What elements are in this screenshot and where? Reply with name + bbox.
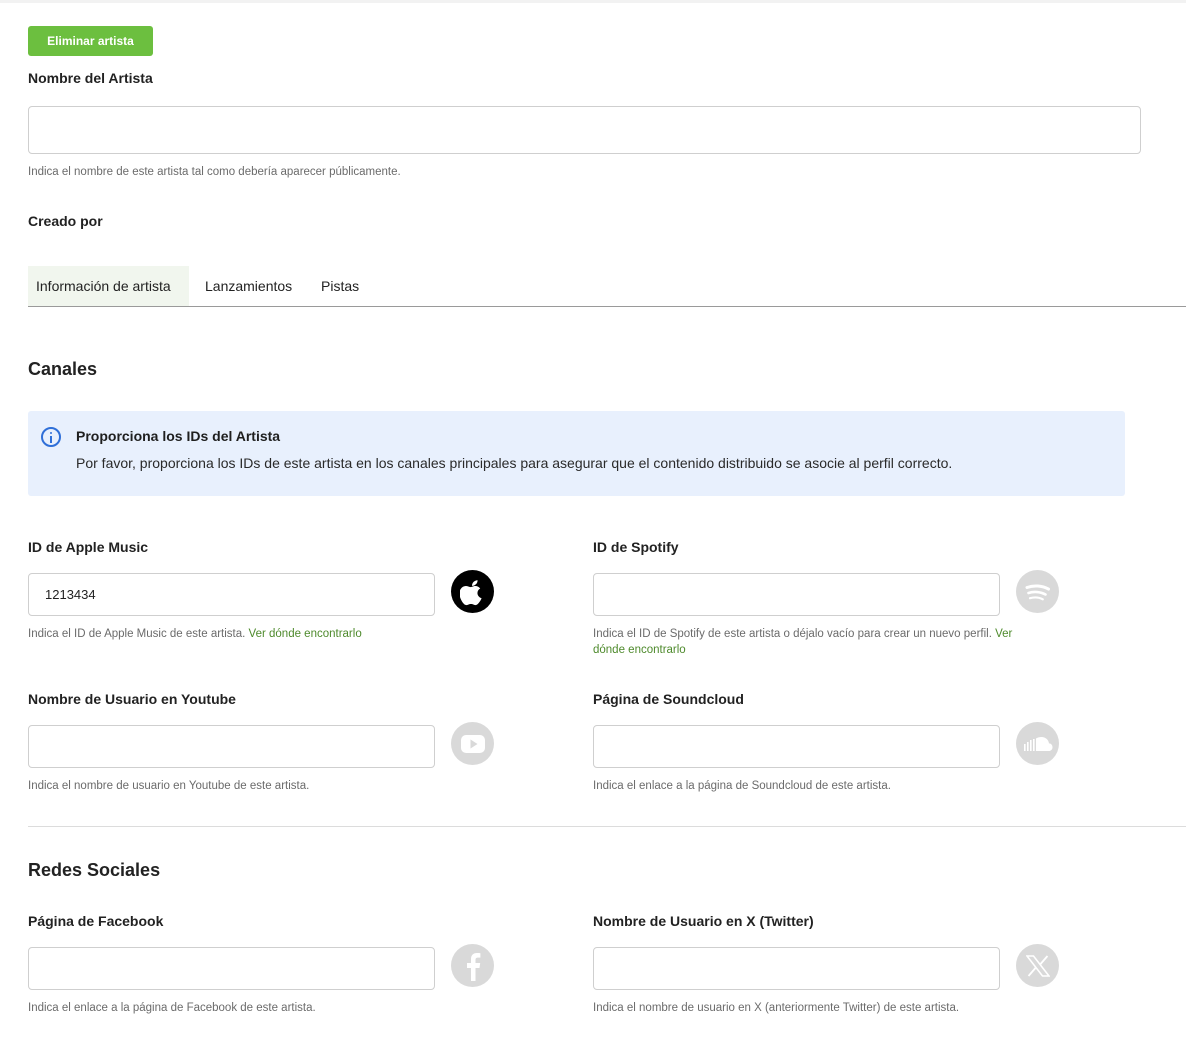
- soundcloud-help: Indica el enlace a la página de Soundclo…: [593, 780, 891, 792]
- soundcloud-icon: [1016, 722, 1059, 765]
- top-border: [0, 0, 1186, 3]
- artist-name-help: Indica el nombre de este artista tal com…: [28, 166, 401, 178]
- facebook-page-input[interactable]: [28, 947, 435, 990]
- apple-music-help-text: Indica el ID de Apple Music de este arti…: [28, 628, 246, 640]
- tab-tracks[interactable]: Pistas: [313, 266, 367, 306]
- channels-title: Canales: [28, 359, 98, 379]
- info-text: Por favor, proporciona los IDs de este a…: [76, 455, 953, 471]
- artist-ids-info-box: Proporciona los IDs del Artista Por favo…: [28, 411, 1125, 496]
- apple-music-icon: [451, 570, 494, 613]
- spotify-help: Indica el ID de Spotify de este artista …: [593, 626, 1013, 658]
- facebook-label: Página de Facebook: [28, 913, 164, 929]
- spotify-label: ID de Spotify: [593, 539, 679, 555]
- artist-name-label: Nombre del Artista: [28, 70, 153, 86]
- twitter-help: Indica el nombre de usuario en X (anteri…: [593, 1002, 960, 1014]
- info-icon: [41, 427, 61, 447]
- facebook-help: Indica el enlace a la página de Facebook…: [28, 1002, 316, 1014]
- apple-music-where-link[interactable]: Ver dónde encontrarlo: [249, 628, 362, 640]
- youtube-label: Nombre de Usuario en Youtube: [28, 691, 236, 707]
- apple-music-label: ID de Apple Music: [28, 539, 149, 555]
- apple-music-help: Indica el ID de Apple Music de este arti…: [28, 626, 448, 642]
- youtube-icon: [451, 722, 494, 765]
- x-username-input[interactable]: [593, 947, 1000, 990]
- spotify-id-input[interactable]: [593, 573, 1000, 616]
- delete-artist-button[interactable]: Eliminar artista: [28, 26, 153, 56]
- tab-releases[interactable]: Lanzamientos: [197, 266, 300, 306]
- tab-bar: Información de artista Lanzamientos Pist…: [28, 266, 1186, 307]
- apple-music-id-input[interactable]: [28, 573, 435, 616]
- info-title: Proporciona los IDs del Artista: [76, 428, 281, 444]
- soundcloud-page-input[interactable]: [593, 725, 1000, 768]
- youtube-help: Indica el nombre de usuario en Youtube d…: [28, 780, 310, 792]
- spotify-help-text: Indica el ID de Spotify de este artista …: [593, 628, 992, 640]
- twitter-label: Nombre de Usuario en X (Twitter): [593, 913, 814, 929]
- artist-name-input[interactable]: [28, 106, 1141, 154]
- soundcloud-label: Página de Soundcloud: [593, 691, 744, 707]
- youtube-username-input[interactable]: [28, 725, 435, 768]
- tab-artist-info[interactable]: Información de artista: [28, 266, 189, 306]
- created-by-label: Creado por: [28, 213, 103, 229]
- social-title: Redes Sociales: [28, 860, 161, 880]
- section-divider: [28, 826, 1186, 827]
- x-twitter-icon: [1016, 944, 1059, 987]
- facebook-icon: [451, 944, 494, 987]
- spotify-icon: [1016, 570, 1059, 613]
